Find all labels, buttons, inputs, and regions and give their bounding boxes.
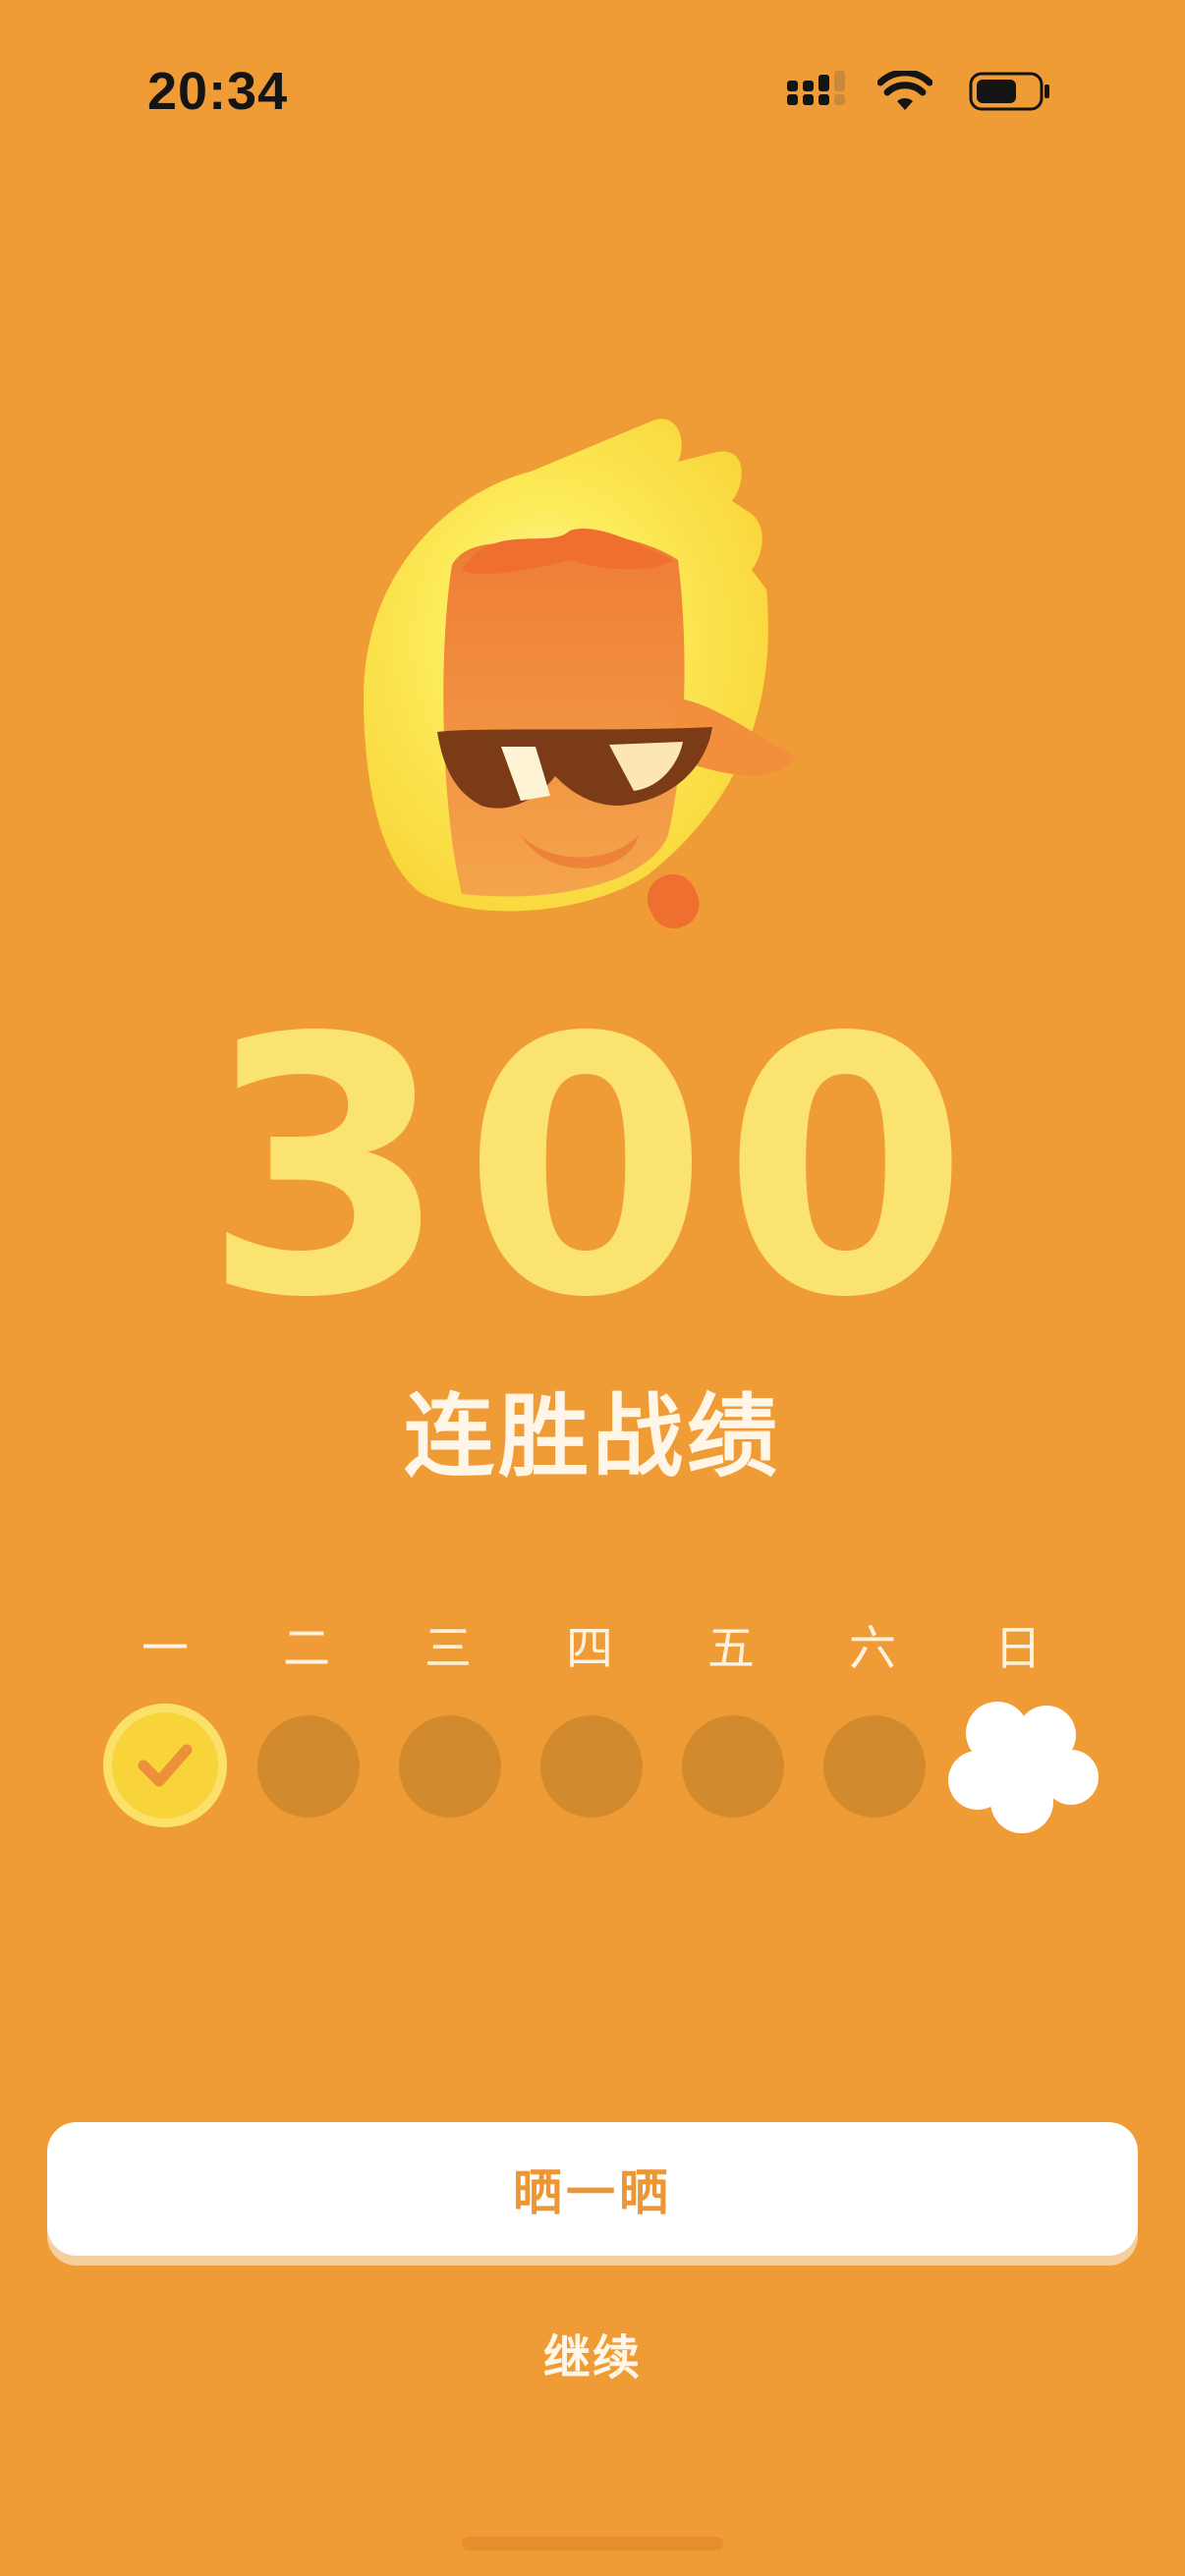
day-label-fri: 五: [706, 1621, 755, 1676]
day-label-thu: 四: [565, 1621, 613, 1676]
day-dot-wed: [399, 1715, 501, 1818]
streak-label: 连胜战绩: [403, 1384, 781, 1489]
day-label-wed: 三: [423, 1621, 472, 1676]
home-indicator[interactable]: [462, 2537, 723, 2550]
cloud-puff-icon: [948, 1702, 1099, 1833]
day-label-mon: 一: [141, 1621, 189, 1676]
status-time: 20:34: [147, 62, 289, 121]
status-bar: 20:34: [0, 0, 1185, 187]
battery-icon: [969, 72, 1049, 111]
day-dot-sun-today: [943, 1694, 1100, 1841]
day-label-sat: 六: [848, 1621, 896, 1676]
day-label-sun: 日: [993, 1621, 1042, 1676]
day-dot-mon-completed: [103, 1704, 227, 1827]
mascot-flame-owl: [364, 419, 796, 929]
day-label-tue: 二: [282, 1621, 330, 1676]
check-icon: [138, 1744, 193, 1787]
week-streak: 一 二 三 四 五 六 日: [0, 1621, 1185, 1837]
day-dot-thu: [540, 1715, 643, 1818]
day-dot-fri: [682, 1715, 784, 1818]
day-dot-tue: [257, 1715, 360, 1818]
continue-button[interactable]: 继续: [445, 2314, 740, 2392]
wifi-icon: [877, 71, 932, 110]
day-dot-sat: [823, 1715, 926, 1818]
share-button[interactable]: 晒一晒: [47, 2122, 1138, 2256]
signal-icon: [787, 71, 845, 105]
streak-number: 300: [202, 963, 983, 1374]
